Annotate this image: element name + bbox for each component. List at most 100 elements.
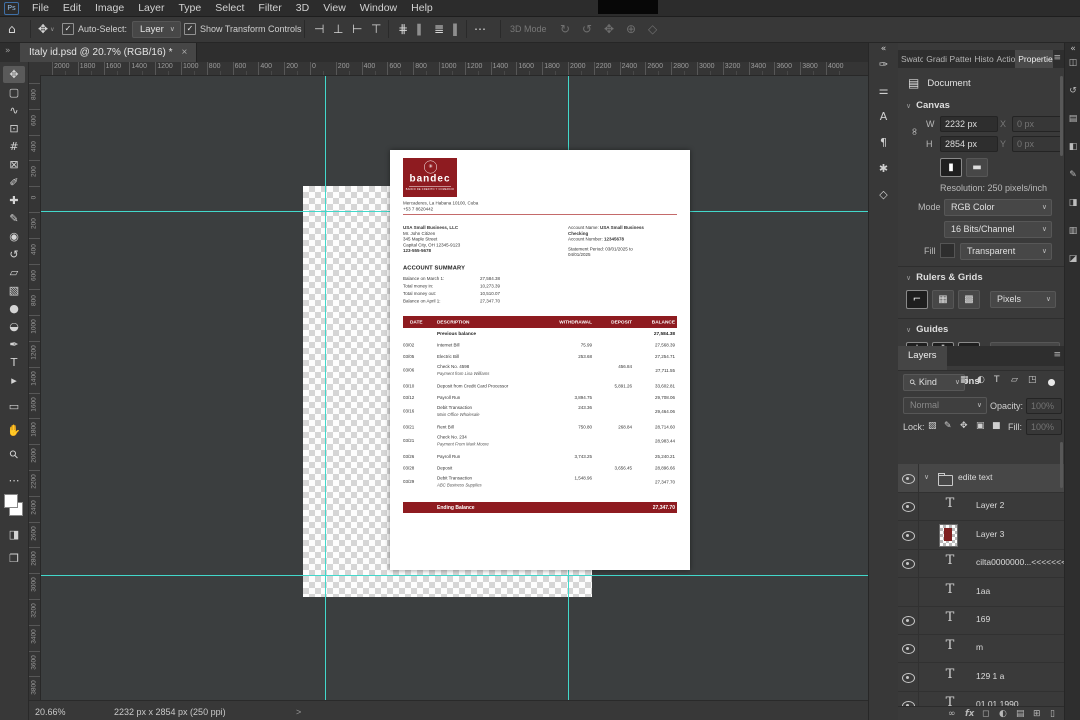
menu-item-type[interactable]: Type	[171, 0, 208, 16]
tool-hand[interactable]: ✋	[3, 422, 25, 439]
panel-tab-gradi[interactable]: Gradi	[923, 50, 946, 68]
foreground-color-swatch[interactable]	[4, 494, 18, 508]
dist-dist-3-icon[interactable]: ≣	[434, 16, 444, 42]
align-align-right-icon[interactable]: ⊢	[352, 16, 362, 42]
layer-row[interactable]: ∨ edite text	[898, 464, 1065, 493]
dist-dist-4-icon[interactable]: ‖	[452, 16, 458, 42]
link-layer-action-icon[interactable]: ∞	[948, 709, 956, 719]
tool-move[interactable]: ✥	[3, 66, 25, 83]
show-transform-checkbox[interactable]: ✓	[184, 23, 196, 35]
trash-layer-action-icon[interactable]: ▯	[1050, 709, 1055, 719]
adjust-layer-action-icon[interactable]: ◐	[999, 709, 1007, 719]
canvas-width-field[interactable]: 2232 px	[940, 116, 998, 132]
tool-eraser[interactable]: ▱	[3, 264, 25, 281]
tool-eyedropper[interactable]: ✐	[3, 174, 25, 191]
tool-clone-stamp[interactable]: ◉	[3, 228, 25, 245]
bit-depth-select[interactable]: 16 Bits/Channel ∨	[944, 221, 1052, 238]
zoom-level[interactable]: 20.66%	[35, 707, 66, 717]
panel-tab-patter[interactable]: Patter	[947, 50, 972, 68]
tool-marquee[interactable]: ▢	[3, 84, 25, 101]
guide-vertical[interactable]	[325, 75, 326, 700]
3d-3d-1-icon[interactable]: ↻	[560, 16, 570, 42]
toggle-grid-button[interactable]: ▦	[932, 290, 954, 309]
panel-brush-icon[interactable]: ✑	[875, 58, 892, 71]
align-align-center-h-icon[interactable]: ⊥	[333, 16, 343, 42]
layer-row[interactable]: Tcilta0000000...<<<<<<<0 d	[898, 549, 1078, 579]
dist-dist-2-icon[interactable]: ∥	[416, 16, 422, 42]
menu-item-edit[interactable]: Edit	[56, 0, 88, 16]
visibility-well[interactable]	[898, 492, 919, 521]
menu-item-help[interactable]: Help	[404, 0, 440, 16]
lock-brush-icon[interactable]: ✎	[944, 421, 952, 431]
eye-icon[interactable]	[902, 616, 915, 626]
fill-swatch[interactable]	[940, 243, 955, 258]
layers-scrollbar[interactable]	[1060, 442, 1063, 488]
horizontal-ruler[interactable]: 2000 1800 1600 1400 1200 1000 800 600 400 200 0 200…	[40, 62, 868, 76]
filter-smart-icon[interactable]: ◳	[1028, 375, 1037, 385]
vertical-ruler[interactable]: 800 600 400 200 0 200 400 600 800 1000 1200 1400 160…	[28, 75, 41, 700]
fill-select[interactable]: Transparent ∨	[960, 243, 1052, 260]
panel-tab-actio[interactable]: Actio	[994, 50, 1016, 68]
layer-row[interactable]: T 129 1 a	[898, 662, 1065, 692]
tool-type[interactable]: T	[3, 354, 25, 371]
tool-path-selection[interactable]: ▸	[3, 372, 25, 389]
expand-chevron-icon[interactable]: ∨	[924, 473, 929, 481]
screen-mode-button[interactable]: ❐	[3, 550, 25, 567]
layers-menu-icon[interactable]: ≡	[1053, 350, 1061, 360]
eye-icon[interactable]	[902, 644, 915, 655]
visibility-well[interactable]	[898, 464, 919, 492]
3d-3d-4-icon[interactable]: ⊕	[626, 16, 636, 42]
collapse-right-dock-icon[interactable]: «	[1067, 44, 1079, 54]
lock-move-icon[interactable]: ✥	[960, 421, 968, 431]
group-layer-action-icon[interactable]: ▤	[1016, 709, 1025, 719]
panel-adjust-icon[interactable]: ⚌	[875, 84, 892, 97]
layer-row[interactable]: Tm	[898, 634, 1065, 664]
tool-history-brush[interactable]: ↺	[3, 246, 25, 263]
layer-row[interactable]: Layer 3	[898, 520, 1065, 550]
lock-transparent-icon[interactable]: ▨	[928, 421, 937, 431]
fx-layer-action-icon[interactable]: fx	[965, 709, 974, 719]
visibility-well[interactable]	[898, 520, 919, 549]
eye-icon[interactable]	[902, 502, 915, 513]
lock-artboard-icon[interactable]: ▣	[976, 421, 985, 431]
layer-row[interactable]: T Layer 2	[898, 492, 1065, 522]
panel-glyphs-icon[interactable]: ✱	[875, 162, 892, 175]
lock-all-icon[interactable]: ■	[992, 421, 1001, 431]
tool-object-selection[interactable]: ⊡	[3, 120, 25, 137]
filter-pixel-icon[interactable]: ▦	[960, 375, 969, 385]
dock-2-icon[interactable]: ↺	[1067, 86, 1079, 96]
tool-dodge[interactable]: ◒	[3, 318, 25, 335]
layer-filter-kind-select[interactable]: ⚲Kind ∨	[903, 374, 965, 391]
link-dimensions-icon[interactable]: ∞	[909, 127, 920, 135]
eye-icon[interactable]	[902, 559, 915, 570]
tool-frame[interactable]: ⊠	[3, 156, 25, 173]
visibility-well[interactable]	[898, 577, 919, 606]
mask-layer-action-icon[interactable]: ◻	[982, 709, 989, 719]
tool-blur[interactable]: ●	[3, 300, 25, 317]
home-icon[interactable]: ⌂	[8, 22, 16, 36]
visibility-well[interactable]	[898, 634, 919, 663]
layers-tab[interactable]: Layers	[898, 346, 947, 370]
dock-7-icon[interactable]: ▥	[1067, 226, 1079, 236]
toggle-rulers-button[interactable]: ⌐	[906, 290, 928, 309]
tool-zoom[interactable]: ⚲	[3, 446, 25, 463]
3d-3d-2-icon[interactable]: ↺	[582, 16, 592, 42]
layer-row[interactable]: T 1aa	[898, 577, 1065, 607]
dock-6-icon[interactable]: ◨	[1067, 198, 1079, 208]
panel-tab-histo[interactable]: Histo	[971, 50, 993, 68]
menu-item-view[interactable]: View	[316, 0, 353, 16]
menu-item-3d[interactable]: 3D	[289, 0, 316, 16]
eye-icon[interactable]	[902, 474, 915, 484]
close-tab-icon[interactable]: ×	[182, 47, 188, 58]
panel-para-icon[interactable]: ¶	[875, 136, 892, 149]
dist-dist-1-icon[interactable]: ⋕	[398, 16, 408, 42]
tool-crop[interactable]: #	[3, 138, 25, 155]
menu-item-layer[interactable]: Layer	[131, 0, 171, 16]
eye-icon[interactable]	[902, 672, 915, 683]
panel-tab-properties[interactable]: Properties	[1015, 50, 1054, 68]
collapse-right-dock-icon[interactable]: «	[875, 44, 892, 54]
document-tab[interactable]: Italy id.psd @ 20.7% (RGB/16) * ×	[20, 42, 198, 62]
tool-healing[interactable]: ✚	[3, 192, 25, 209]
menu-item-image[interactable]: Image	[88, 0, 131, 16]
statement-document-image[interactable]: ✳ bandec BANCO DE CREDITO Y COMERCIO Mer…	[390, 150, 690, 570]
